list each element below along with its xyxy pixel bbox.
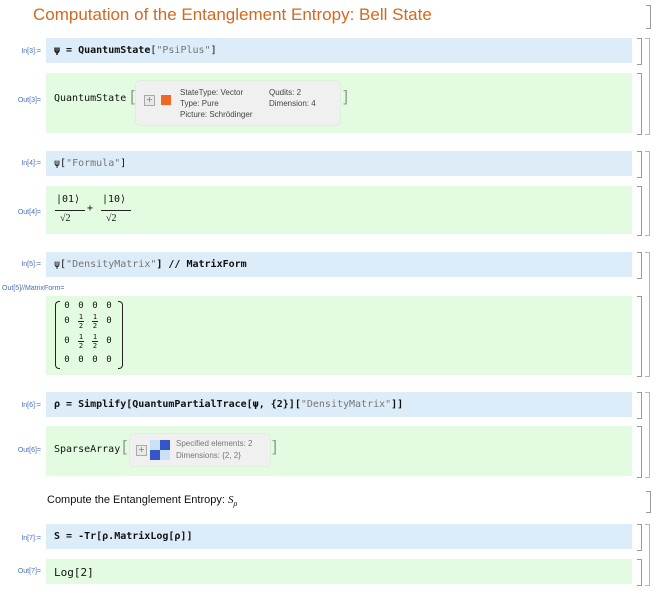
- output-cell-7[interactable]: Log[2]: [46, 559, 632, 584]
- matrix-entry-r2-c4: 0: [106, 316, 112, 326]
- state-dimension: Dimension: 4: [269, 99, 316, 108]
- matrix-entry-r2-c2: 12: [78, 313, 84, 330]
- ket-01: |01⟩: [56, 194, 81, 205]
- cell-bracket-in6[interactable]: [637, 392, 642, 419]
- cell-bracket-out7[interactable]: [637, 559, 642, 586]
- string-arg: "PsiPlus": [156, 45, 211, 56]
- sqrt2-denominator-1: √2: [60, 213, 71, 224]
- code-suffix: ]]: [391, 399, 404, 410]
- title-cell-bracket[interactable]: [646, 5, 651, 29]
- output-label-7: Out[7]=: [17, 568, 41, 575]
- output-head-quantumstate: QuantumState: [54, 93, 127, 104]
- right-bracket: ]: [342, 87, 349, 106]
- function-name: QuantumState: [78, 45, 151, 56]
- output-label-3: Out[3]=: [17, 97, 41, 104]
- plus-sign: +: [87, 203, 94, 214]
- cell-bracket-in5[interactable]: [637, 252, 642, 279]
- fraction-bar-1: [55, 210, 85, 211]
- string-formula: "Formula": [66, 158, 121, 169]
- matrix-entry-r2-c1: 0: [64, 316, 70, 326]
- expand-icon[interactable]: +: [144, 95, 155, 106]
- input-cell-4[interactable]: ψ["Formula"]: [46, 151, 632, 176]
- equals: =: [60, 45, 79, 56]
- output-label-6: Out[6]=: [17, 447, 41, 454]
- code-prefix: ψ[: [54, 259, 67, 270]
- cell-bracket-out3[interactable]: [637, 73, 642, 135]
- quantum-state-summary-box[interactable]: + StateType: Vector Type: Pure Picture: …: [136, 81, 340, 125]
- output-label-5: Out[5]//MatrixForm=: [2, 285, 65, 292]
- notebook-title: Computation of the Entanglement Entropy:…: [33, 5, 432, 24]
- code-suffix: ]: [120, 158, 127, 169]
- input-label-7: In[7]:=: [21, 535, 41, 542]
- output-head-sparsearray: SparseArray: [54, 444, 121, 455]
- matrix-left-paren: [55, 301, 60, 369]
- output-label-4: Out[4]=: [17, 209, 41, 216]
- cell-bracket-in7[interactable]: [637, 524, 642, 551]
- close-bracket: ]: [210, 45, 217, 56]
- cell-group-bracket-7[interactable]: [645, 524, 650, 586]
- input-label-5: In[5]:=: [21, 261, 41, 268]
- output-cell-3[interactable]: QuantumState [ + StateType: Vector Type:…: [46, 73, 632, 133]
- state-purity: Type: Pure: [180, 99, 219, 108]
- specified-elements: Specified elements: 2: [176, 439, 253, 448]
- cell-bracket-in3[interactable]: [637, 38, 642, 65]
- text-body: Compute the Entanglement Entropy:: [47, 494, 228, 506]
- code-entropy: S = -Tr[ρ.MatrixLog[ρ]]: [54, 531, 193, 542]
- fraction-bar-2: [101, 210, 131, 211]
- input-cell-7[interactable]: S = -Tr[ρ.MatrixLog[ρ]]: [46, 524, 632, 549]
- state-color-swatch: [161, 95, 171, 105]
- input-cell-6[interactable]: ρ = Simplify[QuantumPartialTrace[ψ, {2}]…: [46, 392, 632, 417]
- output-cell-5[interactable]: 00000121200121200000: [46, 296, 632, 375]
- string-densitymatrix: "DensityMatrix": [66, 259, 157, 270]
- matrix-entry-r4-c3: 0: [92, 355, 98, 365]
- cell-group-bracket-3[interactable]: [645, 38, 650, 135]
- ket-10: |10⟩: [102, 194, 127, 205]
- matrix-entry-r4-c4: 0: [106, 355, 112, 365]
- left-bracket: [: [122, 437, 129, 456]
- input-label-4: In[4]:=: [21, 160, 41, 167]
- sparse-array-summary-box[interactable]: + Specified elements: 2 Dimensions: {2, …: [130, 434, 270, 466]
- state-type: StateType: Vector: [180, 88, 244, 97]
- matrix-entry-r1-c3: 0: [92, 301, 98, 311]
- code-suffix: ] // MatrixForm: [156, 259, 247, 270]
- cell-group-bracket-4[interactable]: [645, 151, 650, 236]
- state-qudits: Qudits: 2: [269, 88, 302, 97]
- result-log2: Log[2]: [54, 566, 94, 579]
- code-prefix: ψ[: [54, 158, 67, 169]
- matrix-entry-r1-c1: 0: [64, 301, 70, 311]
- input-cell-3[interactable]: ψ = QuantumState["PsiPlus"]: [46, 38, 632, 63]
- matrix-entry-r3-c2: 12: [78, 333, 84, 350]
- matrix-entry-r1-c4: 0: [106, 301, 112, 311]
- matrix-right-paren: [118, 301, 123, 369]
- matrix-entry-r4-c1: 0: [64, 355, 70, 365]
- cell-group-bracket-5[interactable]: [645, 252, 650, 377]
- state-picture: Picture: Schrödinger: [180, 110, 253, 119]
- matrix-entry-r2-c3: 12: [92, 313, 98, 330]
- cell-group-bracket-6[interactable]: [645, 392, 650, 478]
- cell-bracket-out6[interactable]: [637, 426, 642, 478]
- input-label-3: In[3]:=: [21, 48, 41, 55]
- cell-bracket-in4[interactable]: [637, 151, 642, 178]
- matrix-entry-r3-c4: 0: [106, 336, 112, 346]
- output-cell-6[interactable]: SparseArray [ + Specified elements: 2 Di…: [46, 426, 632, 476]
- dimensions: Dimensions: {2, 2}: [176, 451, 241, 460]
- matrix-entry-r4-c2: 0: [78, 355, 84, 365]
- matrix-entry-r3-c3: 12: [92, 333, 98, 350]
- cell-bracket-out4[interactable]: [637, 186, 642, 236]
- code-prefix: ρ = Simplify[QuantumPartialTrace[ψ, {2}]…: [54, 399, 301, 410]
- sparse-pattern-icon: [150, 440, 170, 460]
- input-cell-5[interactable]: ψ["DensityMatrix"] // MatrixForm: [46, 252, 632, 277]
- matrix-entry-r3-c1: 0: [64, 336, 70, 346]
- input-label-6: In[6]:=: [21, 402, 41, 409]
- cell-bracket-out5[interactable]: [637, 296, 642, 377]
- cell-bracket-text[interactable]: [646, 491, 651, 513]
- sqrt2-denominator-2: √2: [106, 213, 117, 224]
- output-cell-4[interactable]: |01⟩ √2 + |10⟩ √2: [46, 186, 632, 234]
- matrix-entry-r1-c2: 0: [78, 301, 84, 311]
- entropy-subscript: ρ: [233, 499, 238, 509]
- string-densitymatrix: "DensityMatrix": [300, 399, 392, 410]
- expand-icon[interactable]: +: [136, 445, 147, 456]
- right-bracket: ]: [271, 437, 278, 456]
- text-cell: Compute the Entanglement Entropy: Sρ: [47, 494, 237, 508]
